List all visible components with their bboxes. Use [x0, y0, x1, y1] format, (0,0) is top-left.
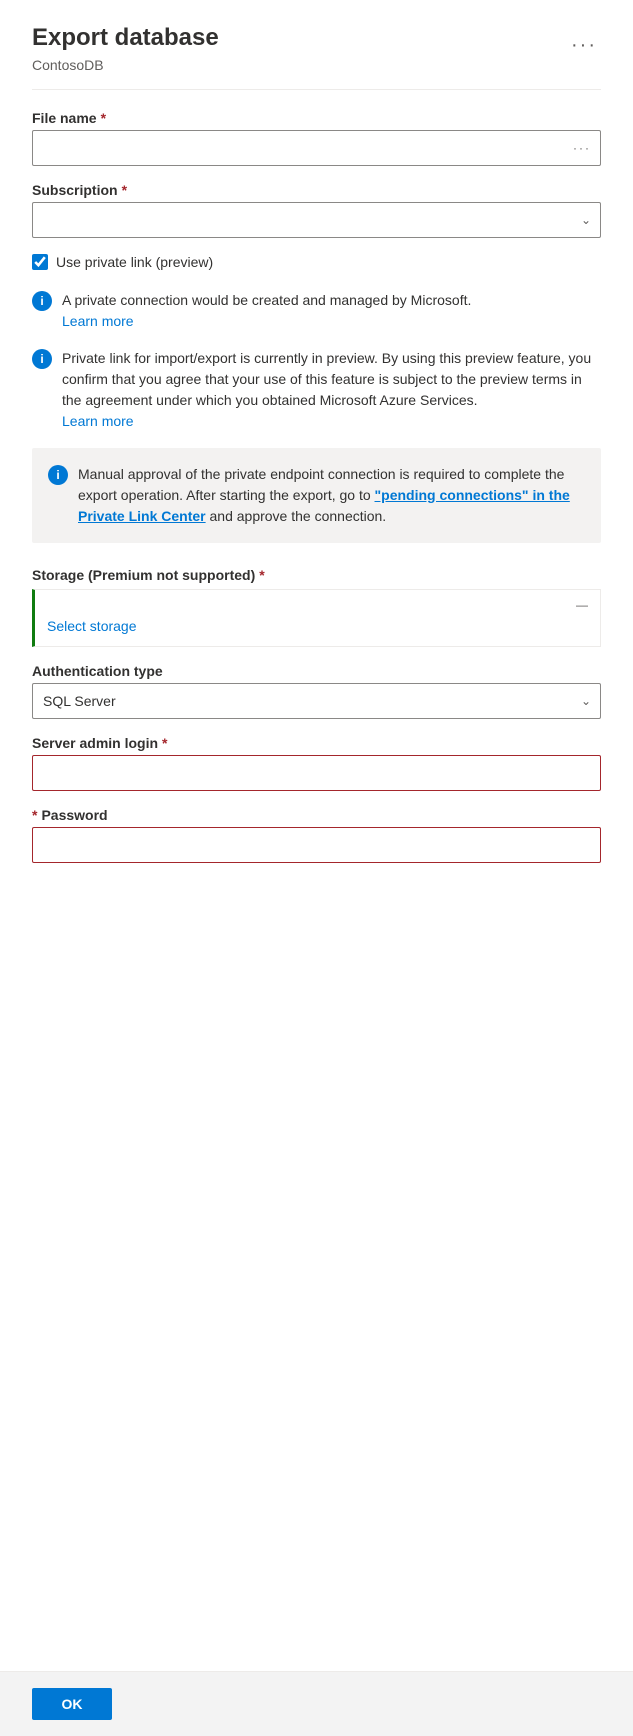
file-name-required: * — [101, 110, 106, 126]
private-link-row: Use private link (preview) — [32, 254, 601, 270]
password-group: *Password — [32, 807, 601, 863]
select-storage-link[interactable]: Select storage — [47, 618, 137, 634]
panel-header: Export database ContosoDB ··· — [32, 24, 601, 73]
header-left: Export database ContosoDB — [32, 24, 219, 73]
file-name-input[interactable] — [32, 130, 601, 166]
file-name-group: File name * ··· — [32, 110, 601, 166]
file-name-input-wrapper: ··· — [32, 130, 601, 166]
private-link-label[interactable]: Use private link (preview) — [56, 254, 213, 270]
info-text-1: A private connection would be created an… — [62, 290, 471, 332]
file-name-ellipsis: ··· — [573, 141, 591, 155]
ok-button[interactable]: OK — [32, 1688, 112, 1720]
storage-box: — Select storage — [32, 589, 601, 647]
private-link-checkbox[interactable] — [32, 254, 48, 270]
subscription-select-wrapper: ⌄ — [32, 202, 601, 238]
auth-type-select-wrapper: SQL Server Azure Active Directory ⌄ — [32, 683, 601, 719]
footer-spacer — [32, 879, 601, 999]
learn-more-link-2[interactable]: Learn more — [62, 413, 134, 429]
storage-section: Storage (Premium not supported) * — Sele… — [32, 567, 601, 647]
subscription-required: * — [122, 182, 127, 198]
auth-type-group: Authentication type SQL Server Azure Act… — [32, 663, 601, 719]
info-row-2: i Private link for import/export is curr… — [32, 348, 601, 432]
info-icon-2: i — [32, 349, 52, 369]
password-label: *Password — [32, 807, 601, 823]
server-login-required: * — [162, 735, 167, 751]
auth-type-select[interactable]: SQL Server Azure Active Directory — [32, 683, 601, 719]
subscription-select[interactable] — [32, 202, 601, 238]
server-admin-login-input[interactable] — [32, 755, 601, 791]
info-icon-1: i — [32, 291, 52, 311]
learn-more-link-1[interactable]: Learn more — [62, 313, 134, 329]
file-name-label: File name * — [32, 110, 601, 126]
info-text-2: Private link for import/export is curren… — [62, 348, 601, 432]
info-box-text: Manual approval of the private endpoint … — [78, 464, 585, 527]
page-subtitle: ContosoDB — [32, 57, 219, 73]
info-box-icon: i — [48, 465, 68, 485]
storage-dash: — — [47, 598, 588, 612]
password-input[interactable] — [32, 827, 601, 863]
auth-type-label: Authentication type — [32, 663, 601, 679]
storage-label: Storage (Premium not supported) * — [32, 567, 601, 583]
export-database-panel: Export database ContosoDB ··· File name … — [0, 0, 633, 1736]
header-divider — [32, 89, 601, 90]
password-required-star: * — [32, 807, 37, 823]
subscription-group: Subscription * ⌄ — [32, 182, 601, 238]
more-icon[interactable]: ··· — [567, 30, 601, 61]
info-section: i A private connection would be created … — [32, 290, 601, 432]
info-row-1: i A private connection would be created … — [32, 290, 601, 332]
subscription-label: Subscription * — [32, 182, 601, 198]
info-box: i Manual approval of the private endpoin… — [32, 448, 601, 543]
page-title: Export database — [32, 24, 219, 53]
server-login-group: Server admin login * — [32, 735, 601, 791]
server-login-label: Server admin login * — [32, 735, 601, 751]
footer: OK — [0, 1671, 633, 1736]
storage-required: * — [259, 567, 264, 583]
